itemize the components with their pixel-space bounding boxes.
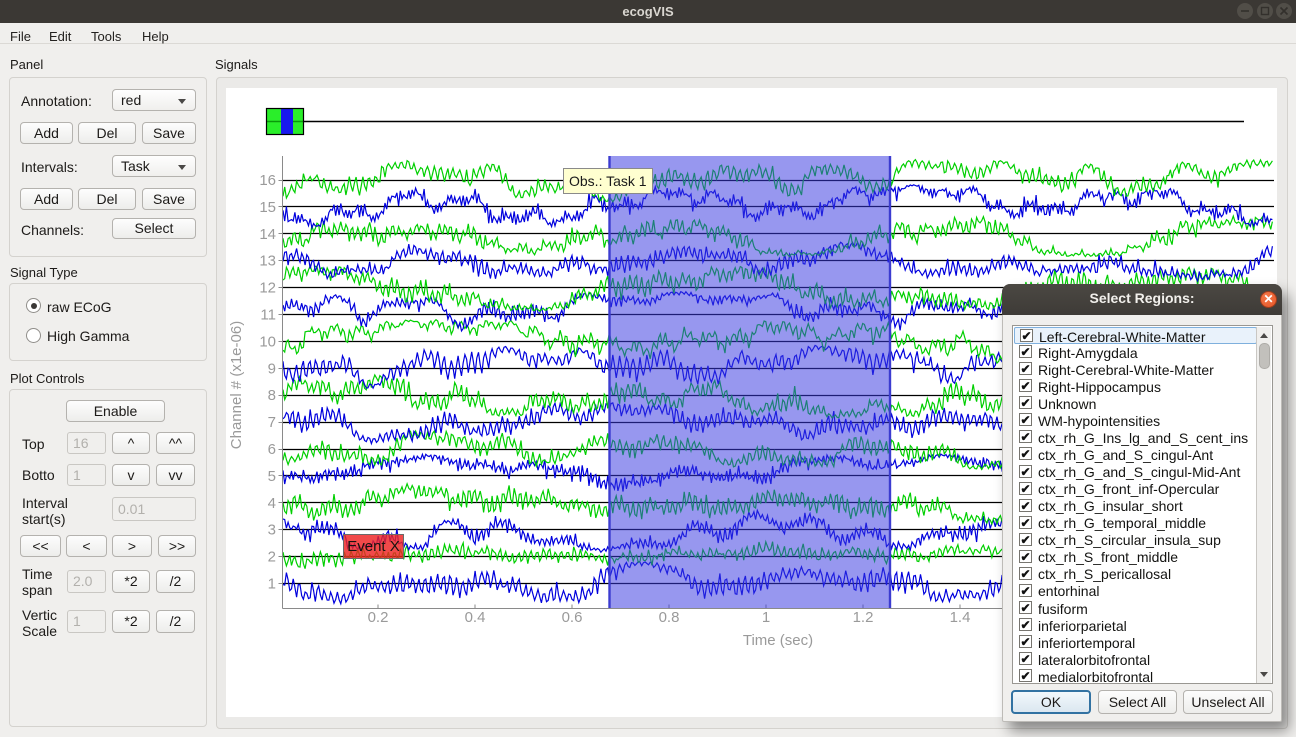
- svg-text:1: 1: [762, 609, 770, 626]
- svg-text:5: 5: [268, 468, 276, 485]
- svg-text:1: 1: [268, 576, 276, 593]
- svg-text:0.2: 0.2: [368, 609, 389, 626]
- svg-text:6: 6: [268, 441, 276, 458]
- svg-text:7: 7: [268, 414, 276, 431]
- svg-text:0.8: 0.8: [659, 609, 680, 626]
- svg-text:2: 2: [268, 549, 276, 566]
- svg-text:Time (sec): Time (sec): [743, 632, 813, 649]
- svg-text:16: 16: [259, 172, 276, 189]
- svg-text:3: 3: [268, 522, 276, 539]
- svg-text:8: 8: [268, 387, 276, 404]
- svg-text:1.2: 1.2: [853, 609, 874, 626]
- svg-text:9: 9: [268, 360, 276, 377]
- svg-text:0.4: 0.4: [465, 609, 486, 626]
- svg-text:15: 15: [259, 199, 276, 216]
- svg-text:14: 14: [259, 226, 276, 243]
- svg-text:1.4: 1.4: [950, 609, 971, 626]
- svg-text:4: 4: [268, 495, 276, 512]
- svg-text:10: 10: [259, 333, 276, 350]
- svg-text:Channel # (x1e-06): Channel # (x1e-06): [228, 321, 245, 449]
- svg-text:12: 12: [259, 280, 276, 297]
- svg-text:11: 11: [260, 307, 276, 324]
- svg-text:0.6: 0.6: [562, 609, 583, 626]
- svg-text:13: 13: [259, 253, 276, 270]
